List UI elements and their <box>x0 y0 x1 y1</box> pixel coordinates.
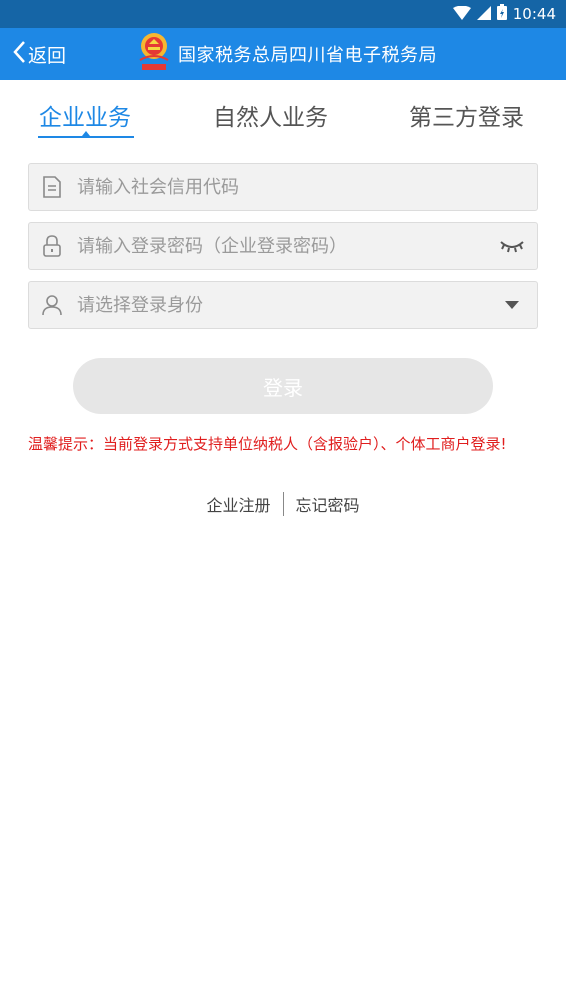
app-title: 国家税务总局四川省电子税务局 <box>178 45 437 66</box>
login-notice: 温馨提示：当前登录方式支持单位纳税人（含报验户）、个体工商户登录! <box>28 435 507 453</box>
title-group: 国家税务总局四川省电子税务局 <box>136 28 437 80</box>
cell-signal-icon <box>476 5 491 24</box>
password-field <box>28 222 538 270</box>
active-tab-caret <box>82 131 90 136</box>
tab-enterprise[interactable]: 企业业务 <box>39 98 131 132</box>
dropdown-caret-icon[interactable] <box>499 292 525 318</box>
back-label: 返回 <box>28 44 67 67</box>
battery-icon <box>496 4 507 24</box>
wifi-icon <box>452 5 471 24</box>
app-bar: 返回 国家税务总局四川省电子税务局 <box>0 28 566 80</box>
document-icon <box>41 176 63 198</box>
lock-icon <box>41 235 63 257</box>
footer-links: 企业注册 忘记密码 <box>0 492 566 516</box>
credit-code-field <box>28 163 538 211</box>
user-icon <box>41 294 63 316</box>
tab-third-party[interactable]: 第三方登录 <box>409 98 524 132</box>
tab-individual[interactable]: 自然人业务 <box>213 98 328 132</box>
status-bar: 10:44 <box>0 0 566 28</box>
credit-code-input[interactable] <box>77 164 537 210</box>
tax-emblem-icon <box>136 30 172 78</box>
status-time: 10:44 <box>512 5 556 23</box>
chevron-left-icon <box>12 40 26 68</box>
identity-select[interactable] <box>77 282 499 328</box>
active-tab-indicator <box>38 136 134 138</box>
forgot-password-link[interactable]: 忘记密码 <box>284 492 372 516</box>
back-button[interactable]: 返回 <box>12 28 66 80</box>
eye-closed-icon[interactable] <box>499 233 525 259</box>
identity-field[interactable] <box>28 281 538 329</box>
register-link[interactable]: 企业注册 <box>194 492 282 516</box>
password-input[interactable] <box>77 223 499 269</box>
status-icons: 10:44 <box>452 0 556 28</box>
login-button[interactable]: 登录 <box>73 358 493 414</box>
